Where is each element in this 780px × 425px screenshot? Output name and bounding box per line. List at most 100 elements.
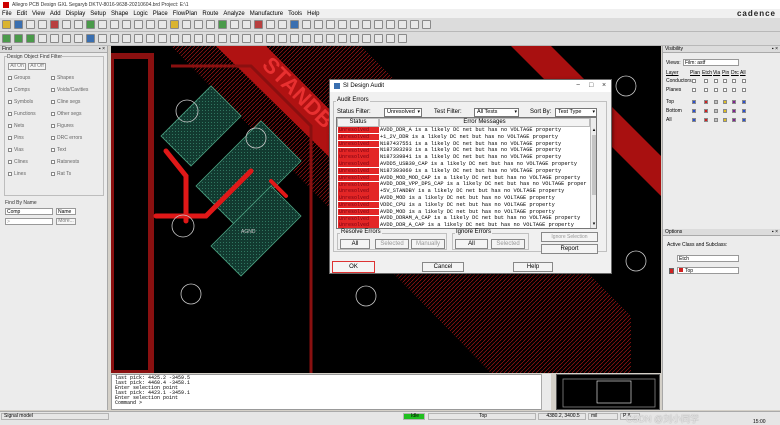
layer-color-swatch[interactable]	[732, 118, 736, 122]
checkbox[interactable]	[8, 171, 12, 176]
maximize-icon[interactable]: □	[589, 82, 593, 89]
menu-edit[interactable]: Edit	[17, 11, 27, 17]
menu-place[interactable]: Place	[153, 11, 168, 17]
filter-other-segs[interactable]: Other segs	[51, 111, 81, 117]
filter-text[interactable]: Text	[51, 147, 66, 153]
layer-color-swatch[interactable]	[714, 109, 718, 113]
visibility-checkbox[interactable]	[742, 79, 746, 83]
test-filter-select[interactable]: All Tests ▾	[474, 108, 519, 117]
table-row[interactable]: Unresolved +1_2V_DDR is a likely DC net b…	[337, 134, 590, 141]
layer-color-swatch[interactable]	[692, 109, 696, 113]
find-name-select[interactable]: Name	[56, 208, 76, 215]
shape-add-icon[interactable]	[386, 20, 395, 29]
audit-errors-table[interactable]: Status Error Messages Unresolved AVDD_DDR…	[336, 117, 597, 229]
spread-icon[interactable]	[350, 20, 359, 29]
checkbox[interactable]	[51, 159, 55, 164]
zoom-in-icon[interactable]	[110, 20, 119, 29]
visibility-checkbox[interactable]	[742, 88, 746, 92]
text-icon[interactable]	[38, 34, 47, 43]
menu-add[interactable]: Add	[50, 11, 61, 17]
fanout-icon[interactable]	[362, 20, 371, 29]
scroll-down-icon[interactable]: ▾	[591, 221, 596, 227]
checkbox[interactable]	[8, 135, 12, 140]
layer-color-swatch[interactable]	[714, 100, 718, 104]
checkbox[interactable]	[51, 135, 55, 140]
visibility-checkbox[interactable]	[692, 88, 696, 92]
show-element-icon[interactable]	[206, 20, 215, 29]
find-name-input[interactable]: >	[5, 218, 53, 225]
table-row[interactable]: Unresolved N187303293 is a likely DC net …	[337, 147, 590, 154]
checkbox[interactable]	[51, 171, 55, 176]
filter-rat-ts[interactable]: Rat Ts	[51, 171, 71, 177]
film-icon[interactable]	[218, 34, 227, 43]
layer-color-swatch[interactable]	[714, 118, 718, 122]
zoom-prev-icon[interactable]	[134, 20, 143, 29]
filter-figures[interactable]: Figures	[51, 123, 74, 129]
all-off-button[interactable]: All Off	[28, 63, 46, 70]
menu-display[interactable]: Display	[66, 11, 86, 17]
console-scrollbar[interactable]	[541, 374, 551, 410]
layer-color-swatch[interactable]	[742, 118, 746, 122]
filter-drc-errors[interactable]: DRC errors	[51, 135, 82, 141]
checkbox[interactable]	[8, 147, 12, 152]
table-row[interactable]: Unresolved AVDD_DDRAM_A_CAP is a likely D…	[337, 215, 590, 222]
custom-smooth-icon[interactable]	[326, 20, 335, 29]
help-button[interactable]: Help	[513, 262, 553, 272]
pin-swap-icon[interactable]	[362, 34, 371, 43]
layer-color-swatch[interactable]	[692, 118, 696, 122]
probe-icon[interactable]	[302, 34, 311, 43]
checkbox[interactable]	[51, 147, 55, 152]
place-quick-icon[interactable]	[14, 34, 23, 43]
connect-icon[interactable]	[374, 20, 383, 29]
subclass-color-swatch[interactable]	[669, 268, 674, 274]
menu-route[interactable]: Route	[202, 11, 218, 17]
scroll-thumb[interactable]	[592, 135, 596, 195]
property-icon[interactable]	[110, 34, 119, 43]
dehighlight-icon[interactable]	[266, 20, 275, 29]
ignore-all-button[interactable]: All	[455, 239, 488, 249]
zoom-world-icon[interactable]	[146, 20, 155, 29]
report-icon[interactable]	[266, 34, 275, 43]
scroll-up-icon[interactable]: ▴	[591, 127, 596, 133]
drc-icon[interactable]	[218, 20, 227, 29]
panel-close-icon[interactable]: ▪ ×	[99, 46, 105, 52]
filter-clines[interactable]: Clines	[8, 159, 28, 165]
checkbox[interactable]	[51, 87, 55, 92]
slide-icon[interactable]	[302, 20, 311, 29]
all-on-button[interactable]: All On	[8, 63, 26, 70]
filter-comps[interactable]: Comps	[8, 87, 30, 93]
filter-lines[interactable]: Lines	[8, 171, 26, 177]
undo-icon[interactable]	[26, 20, 35, 29]
constraint-manager-icon[interactable]	[422, 20, 431, 29]
checkbox[interactable]	[8, 99, 12, 104]
xnet-icon[interactable]	[326, 34, 335, 43]
assign-color-icon[interactable]	[278, 20, 287, 29]
find-type-select[interactable]: Comp	[5, 208, 53, 215]
visibility-checkbox[interactable]	[732, 79, 736, 83]
views-select[interactable]: Film: astf	[683, 59, 739, 66]
si-audit-icon[interactable]	[290, 34, 299, 43]
delay-tune-icon[interactable]	[314, 20, 323, 29]
visibility-checkbox[interactable]	[714, 88, 718, 92]
shadow-icon[interactable]	[194, 20, 203, 29]
copy-icon[interactable]	[74, 20, 83, 29]
menu-help[interactable]: Help	[307, 11, 319, 17]
layer-color-swatch[interactable]	[704, 100, 708, 104]
ok-button[interactable]: OK	[332, 261, 375, 273]
layer-color-swatch[interactable]	[692, 100, 696, 104]
panel-close-icon[interactable]: ▪ ×	[772, 46, 778, 52]
pick-icon[interactable]	[86, 20, 95, 29]
visibility-checkbox[interactable]	[692, 79, 696, 83]
messages-column-header[interactable]: Error Messages	[379, 118, 590, 127]
shape-edit-icon[interactable]	[398, 20, 407, 29]
ignore-selection-button[interactable]: Ignore Selection	[541, 232, 598, 242]
layer-color-swatch[interactable]	[732, 109, 736, 113]
world-view-minimap[interactable]	[556, 374, 660, 410]
shape-merge-icon[interactable]	[410, 20, 419, 29]
table-row[interactable]: Unresolved AVDD_MOD is a likely DC net bu…	[337, 209, 590, 216]
table-row[interactable]: Unresolved AVDD_DDR_A_CAP is a likely DC …	[337, 222, 590, 228]
menu-file[interactable]: File	[2, 11, 12, 17]
visibility-checkbox[interactable]	[704, 88, 708, 92]
open-file-icon[interactable]	[2, 20, 11, 29]
fix-icon[interactable]	[182, 34, 191, 43]
